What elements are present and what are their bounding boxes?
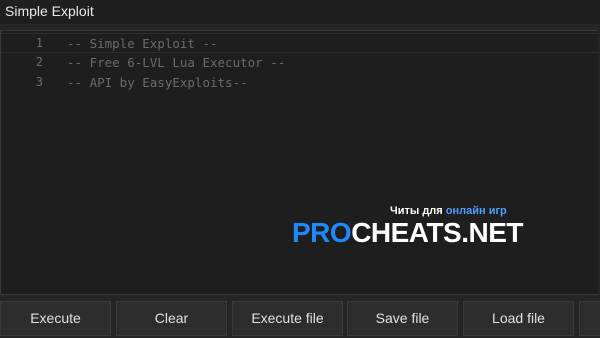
execute-button[interactable]: Execute [0, 301, 111, 336]
editor-line[interactable]: 3 -- API by EasyExploits-- [1, 73, 598, 93]
watermark-brand: PROCHEATS.NET [292, 217, 524, 249]
window-title: Simple Exploit [5, 3, 94, 19]
watermark-brand-blue: PRO [292, 217, 352, 248]
line-number: 3 [35, 75, 43, 89]
watermark-subtitle-white: Читы для [390, 205, 443, 217]
load-file-button[interactable]: Load file [463, 301, 574, 336]
editor-line[interactable]: 1 -- Simple Exploit -- [1, 33, 598, 53]
code-editor[interactable]: 1 -- Simple Exploit -- 2 -- Free 6-LVL L… [0, 30, 598, 295]
line-number: 2 [35, 55, 43, 69]
watermark-subtitle-blue: онлайн игр [445, 205, 507, 217]
button-bar: Execute Clear Execute file Save file Loa… [0, 301, 600, 338]
main-window: Simple Exploit 1 -- Simple Exploit -- 2 … [0, 0, 600, 338]
code-text[interactable]: -- Simple Exploit -- [67, 36, 218, 51]
editor-line[interactable]: 2 -- Free 6-LVL Lua Executor -- [1, 53, 598, 73]
execute-file-button[interactable]: Execute file [232, 301, 343, 336]
line-number: 1 [35, 36, 43, 50]
code-text[interactable]: -- Free 6-LVL Lua Executor -- [67, 55, 285, 70]
title-bar[interactable]: Simple Exploit [0, 0, 600, 24]
overflow-button[interactable] [579, 301, 600, 336]
watermark-subtitle: Читы для онлайн игр [390, 205, 507, 217]
clear-button[interactable]: Clear [116, 301, 227, 336]
watermark-brand-white: CHEATS.NET [351, 217, 524, 248]
code-text[interactable]: -- API by EasyExploits-- [67, 75, 248, 90]
watermark-logo: Читы для онлайн игр PROCHEATS.NET [292, 205, 532, 255]
save-file-button[interactable]: Save file [347, 301, 458, 336]
